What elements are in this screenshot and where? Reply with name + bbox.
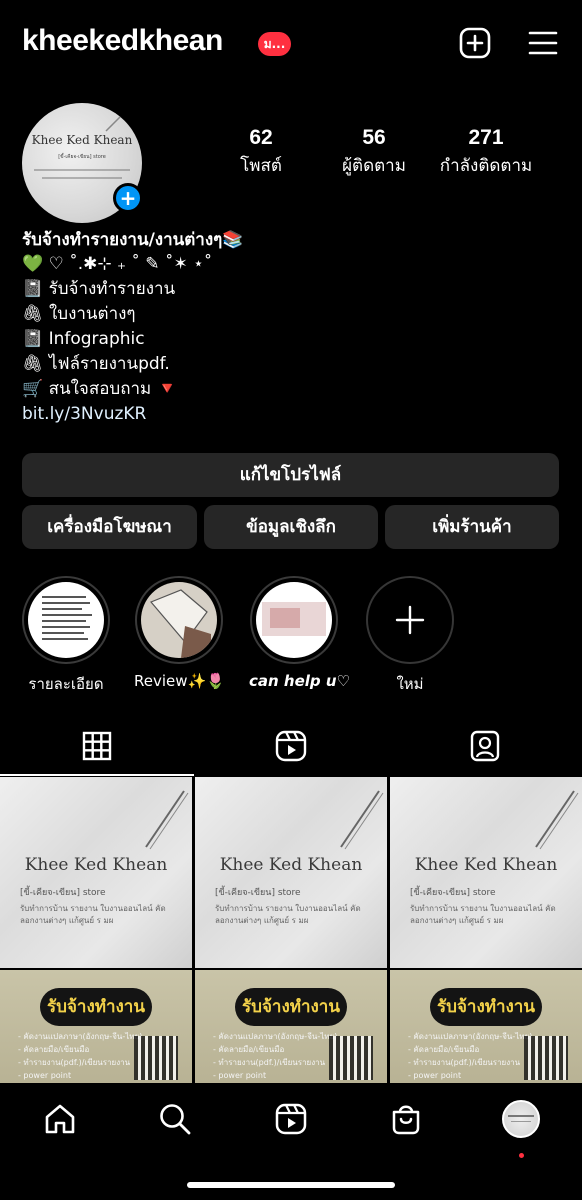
profile-avatar[interactable]: Khee Ked Khean [ขี้-เคียจ-เขียน] store + xyxy=(22,103,143,223)
active-tab-indicator xyxy=(0,774,194,776)
plus-icon xyxy=(372,582,448,658)
grid-icon xyxy=(82,731,112,761)
ad-tools-button[interactable]: เครื่องมือโฆษณา xyxy=(22,505,197,549)
qr-code-icon xyxy=(329,1036,373,1080)
highlight-label: Review✨🌷 xyxy=(134,672,225,690)
pencil-icon xyxy=(340,790,384,850)
notification-dot xyxy=(519,1153,524,1158)
reels-icon xyxy=(275,1103,307,1135)
pencil-icon xyxy=(535,790,579,850)
post-subtitle: [ขี้-เคียจ-เขียน] store xyxy=(215,888,301,898)
followers-count: 56 xyxy=(362,126,386,149)
shop-icon xyxy=(392,1105,420,1135)
bio-line: 📓 รับจ้างทำรายงาน xyxy=(22,279,176,299)
username-title[interactable]: kheekedkhean xyxy=(22,24,223,58)
profile-bio: รับจ้างทำรายงาน/งานต่างๆ📚 💚 ♡ ˚.✱⊹ ₊ ˚ ✎… xyxy=(22,226,562,427)
highlight-review[interactable]: Review✨🌷 xyxy=(134,576,225,690)
post-subtitle: [ขี้-เคียจ-เขียน] store xyxy=(410,888,496,898)
post-promo-list: - คัดงานแปลภาษา(อังกฤษ-จีน-ไทย) - คัดลาย… xyxy=(18,1032,143,1080)
stat-posts[interactable]: 62 โพสต์ xyxy=(228,126,294,179)
bio-line: 📓 Infographic xyxy=(22,329,145,349)
nav-home[interactable] xyxy=(30,1097,90,1141)
post-title: Khee Ked Khean xyxy=(24,855,168,875)
bio-line: 🛒 สนใจสอบถาม 🔻 xyxy=(22,379,178,399)
highlight-cover xyxy=(141,582,217,658)
highlight-cover xyxy=(256,582,332,658)
stat-following[interactable]: 271 กำลังติดตาม xyxy=(432,126,540,179)
post-thumbnail[interactable]: Khee Ked Khean [ขี้-เคียจ-เขียน] store ร… xyxy=(390,777,582,968)
edit-profile-button[interactable]: แก้ไขโปรไฟล์ xyxy=(22,453,559,497)
bio-line: 🖇 ไฟล์รายงานpdf. xyxy=(22,354,170,374)
post-title: Khee Ked Khean xyxy=(219,855,363,875)
highlight-cover xyxy=(28,582,104,658)
tab-reels[interactable] xyxy=(194,716,388,776)
following-label: กำลังติดตาม xyxy=(439,156,533,176)
add-shop-button[interactable]: เพิ่มร้านค้า xyxy=(385,505,559,549)
post-thumbnail[interactable]: รับจ้างทำงาน - คัดงานแปลภาษา(อังกฤษ-จีน-… xyxy=(195,970,387,1084)
post-thumbnail[interactable]: รับจ้างทำงาน - คัดงานแปลภาษา(อังกฤษ-จีน-… xyxy=(390,970,582,1084)
search-icon xyxy=(160,1104,191,1135)
post-promo-title: รับจ้างทำงาน xyxy=(430,988,542,1026)
following-count: 271 xyxy=(468,126,504,149)
avatar-title: Khee Ked Khean xyxy=(31,133,133,147)
nav-shop[interactable] xyxy=(376,1097,436,1141)
highlight-can-help[interactable]: can help u♡ xyxy=(249,576,350,690)
profile-tabs xyxy=(0,716,582,776)
pencil-icon xyxy=(105,108,129,132)
post-promo-title: รับจ้างทำงาน xyxy=(235,988,347,1026)
post-subtitle: [ขี้-เคียจ-เขียน] store xyxy=(20,888,106,898)
posts-label: โพสต์ xyxy=(240,156,282,176)
nav-search[interactable] xyxy=(145,1097,205,1141)
add-story-icon[interactable]: + xyxy=(113,183,143,213)
home-indicator[interactable] xyxy=(187,1182,395,1188)
qr-code-icon xyxy=(524,1036,568,1080)
bio-name: รับจ้างทำรายงาน/งานต่างๆ📚 xyxy=(22,230,244,250)
post-promo-title: รับจ้างทำงาน xyxy=(40,988,152,1026)
avatar-subtitle: [ขี้-เคียจ-เขียน] store xyxy=(58,154,106,160)
posts-count: 62 xyxy=(249,126,273,149)
followers-label: ผู้ติดตาม xyxy=(342,156,406,176)
highlight-label: ใหม่ xyxy=(396,675,424,693)
post-thumbnail[interactable]: รับจ้างทำงาน - คัดงานแปลภาษา(อังกฤษ-จีน-… xyxy=(0,970,192,1084)
post-description: รับทำการบ้าน รายงาน ใบงานออนไลน์ คัดลอกง… xyxy=(410,904,556,925)
highlight-details[interactable]: รายละเอียด xyxy=(21,576,111,696)
plus-square-icon[interactable] xyxy=(456,24,494,62)
profile-avatar-icon xyxy=(502,1100,540,1138)
post-thumbnail[interactable]: Khee Ked Khean [ขี้-เคียจ-เขียน] store ร… xyxy=(0,777,192,968)
reels-icon xyxy=(275,730,307,762)
home-icon xyxy=(45,1104,75,1134)
bio-line: 💚 ♡ ˚.✱⊹ ₊ ˚ ✎ ˚✶ ⋆˚ xyxy=(22,254,213,274)
hamburger-menu-icon[interactable] xyxy=(524,26,562,60)
nav-reels[interactable] xyxy=(261,1097,321,1141)
highlight-label: รายละเอียด xyxy=(28,675,104,693)
tab-tagged[interactable] xyxy=(388,716,582,776)
highlight-new[interactable]: ใหม่ xyxy=(365,576,455,696)
stat-followers[interactable]: 56 ผู้ติดตาม xyxy=(334,126,414,179)
tagged-icon xyxy=(470,730,500,762)
nav-profile[interactable] xyxy=(491,1097,551,1158)
pencil-icon xyxy=(145,790,189,850)
insights-button[interactable]: ข้อมูลเชิงลึก xyxy=(204,505,378,549)
notification-badge[interactable]: ม... xyxy=(258,32,291,56)
post-description: รับทำการบ้าน รายงาน ใบงานออนไลน์ คัดลอกง… xyxy=(20,904,166,925)
bio-link[interactable]: bit.ly/3NvuzKR xyxy=(22,402,562,427)
post-description: รับทำการบ้าน รายงาน ใบงานออนไลน์ คัดลอกง… xyxy=(215,904,361,925)
post-thumbnail[interactable]: Khee Ked Khean [ขี้-เคียจ-เขียน] store ร… xyxy=(195,777,387,968)
bio-line: 🖇 ใบงานต่างๆ xyxy=(22,304,136,324)
tab-grid[interactable] xyxy=(0,716,194,776)
post-promo-list: - คัดงานแปลภาษา(อังกฤษ-จีน-ไทย) - คัดลาย… xyxy=(213,1032,338,1080)
post-title: Khee Ked Khean xyxy=(414,855,558,875)
post-promo-list: - คัดงานแปลภาษา(อังกฤษ-จีน-ไทย) - คัดลาย… xyxy=(408,1032,533,1080)
qr-code-icon xyxy=(134,1036,178,1080)
posts-grid: Khee Ked Khean [ขี้-เคียจ-เขียน] store ร… xyxy=(0,777,582,1084)
top-bar: kheekedkhean ม... xyxy=(0,0,582,90)
highlight-label: can help u♡ xyxy=(249,672,350,690)
